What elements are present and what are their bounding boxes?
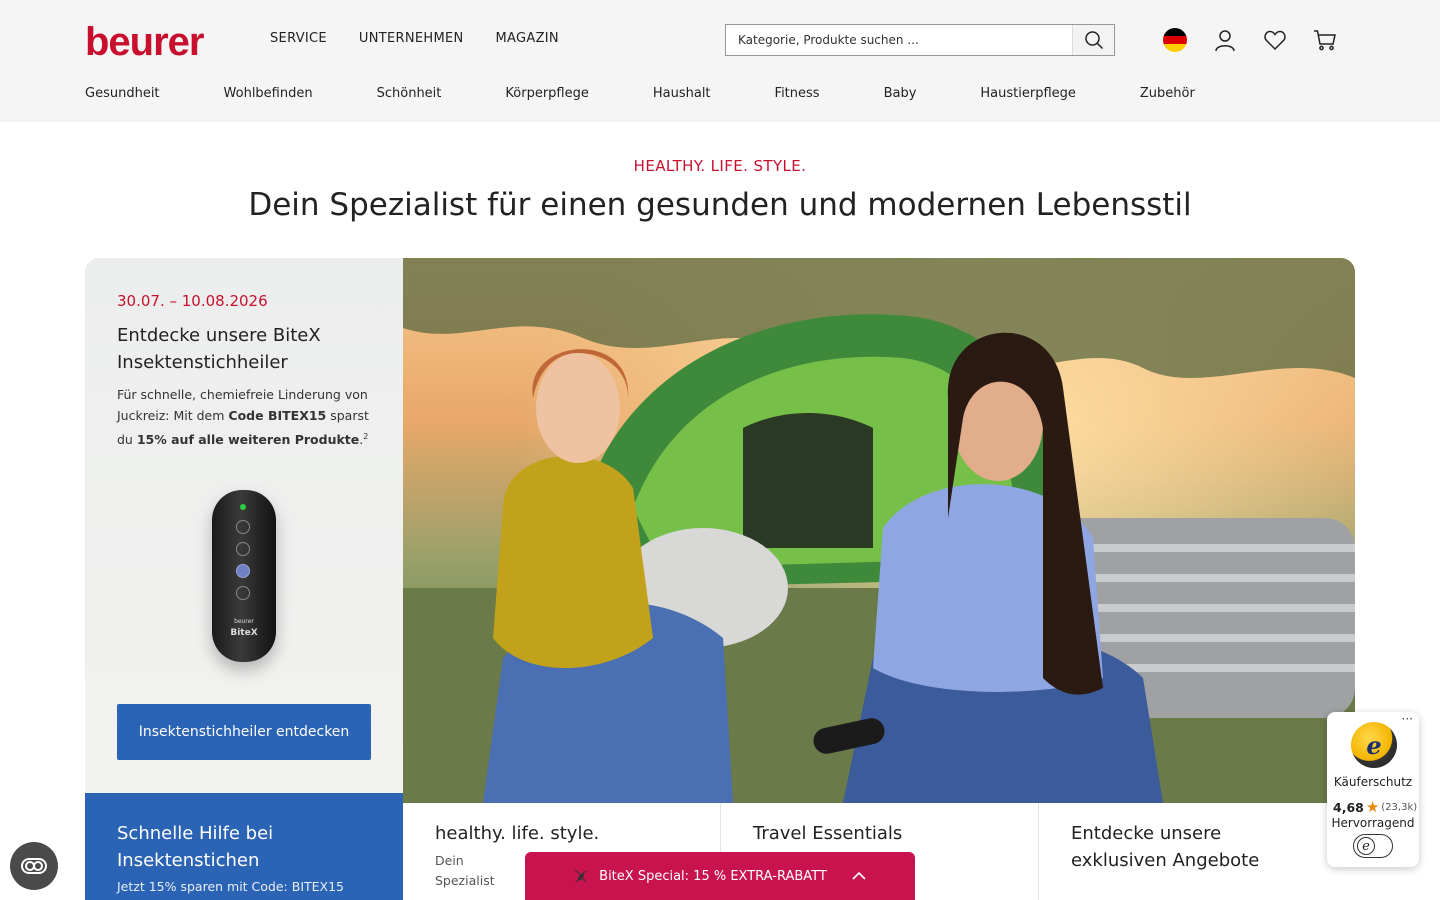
accessibility-icon [21,858,47,874]
search-bar [725,24,1115,56]
nav-magazin[interactable]: MAGAZIN [496,31,559,46]
search-button[interactable] [1072,25,1114,55]
discover-bitex-button[interactable]: Insektenstichheiler entdecken [117,704,371,760]
rating-count: (23,3k) [1381,801,1418,813]
promo-bar-label: BiteX Special: 15 % EXTRA-RABATT [599,868,827,884]
search-input[interactable] [726,25,1072,55]
promo-date: 30.07. – 10.08.2026 [117,292,268,310]
category-haushalt[interactable]: Haushalt [653,86,711,101]
tile-insect-help-title: Schnelle Hilfe bei Insektenstichen [117,823,274,871]
promo-bar[interactable]: BiteX Special: 15 % EXTRA-RABATT [525,852,915,900]
tile-exclusive-offers[interactable]: Entdecke unsere exklusiven Angebote [1038,803,1355,900]
tile-insect-help[interactable]: Schnelle Hilfe bei Insektenstichen Jetzt… [85,793,403,900]
category-wohlbefinden[interactable]: Wohlbefinden [224,86,313,101]
promo-panel: 30.07. – 10.08.2026 Entdecke unsere Bite… [85,258,403,793]
category-gesundheit[interactable]: Gesundheit [85,86,160,101]
header-icons [1162,27,1338,53]
category-haustierpflege[interactable]: Haustierpflege [980,86,1076,101]
accessibility-button[interactable] [10,842,58,890]
trusted-shops-seal-icon: e [1351,722,1397,768]
bitex-device-image: beurer BiteX [212,490,276,662]
hero-photo[interactable] [403,258,1355,803]
chevron-up-icon[interactable] [851,871,867,881]
mosquito-icon [574,869,587,883]
category-zubehoer[interactable]: Zubehör [1140,86,1195,101]
top-nav: SERVICE UNTERNEHMEN MAGAZIN [270,31,559,46]
promo-code: Code BITEX15 [228,408,327,423]
promo-text: Für schnelle, chemiefreie Linderung von … [117,387,369,448]
rating: 4,68 ★ (23,3k) [1333,798,1417,816]
trusted-shops-toggle[interactable]: e [1353,834,1393,858]
flag-de-icon [1163,28,1187,52]
wishlist-button[interactable] [1262,27,1288,53]
trusted-shops-e-icon: e [1357,837,1375,855]
rating-value: 4,68 [1333,799,1364,815]
tile-travel-title: Travel Essentials [753,823,903,844]
account-button[interactable] [1212,27,1238,53]
category-fitness[interactable]: Fitness [775,86,820,101]
rating-verdict: Hervorragend [1331,816,1415,830]
star-icon: ★ [1365,798,1380,816]
beurer-logo[interactable]: beurer [85,22,204,62]
category-nav: Gesundheit Wohlbefinden Schönheit Körper… [85,86,1195,101]
nav-service[interactable]: SERVICE [270,31,327,46]
heart-icon [1264,30,1286,51]
cart-button[interactable] [1312,27,1338,53]
tile-healthy-title: healthy. life. style. [435,823,600,844]
category-baby[interactable]: Baby [884,86,917,101]
nav-unternehmen[interactable]: UNTERNEHMEN [359,31,464,46]
hero-headline: Dein Spezialist für einen gesunden und m… [248,187,1192,223]
user-icon [1215,30,1235,52]
site-header: beurer SERVICE UNTERNEHMEN MAGAZIN Gesun… [0,0,1440,122]
hero-kicker: HEALTHY. LIFE. STYLE. [633,157,807,175]
trusted-shops-badge[interactable]: ··· e Käuferschutz 4,68 ★ (23,3k) Hervor… [1327,712,1419,867]
tile-offers-title: Entdecke unsere exklusiven Angebote [1071,823,1260,871]
cart-icon [1314,30,1336,51]
more-options-icon[interactable]: ··· [1402,712,1413,726]
promo-title: Entdecke unsere BiteX Insektenstichheile… [117,325,321,373]
hero-photo-illustration [403,258,1355,803]
buyer-protection-label: Käuferschutz [1333,775,1413,789]
tile-insect-help-subtitle: Jetzt 15% sparen mit Code: BITEX15 [117,879,345,894]
hero-card: 30.07. – 10.08.2026 Entdecke unsere Bite… [85,258,1355,900]
language-selector[interactable] [1162,27,1188,53]
promo-discount: 15% auf alle weiteren Produkte [136,432,360,448]
category-schoenheit[interactable]: Schönheit [377,86,442,101]
tile-healthy-subtitle: Dein Spezialist Wohlbefinden [435,853,495,888]
search-icon [1084,31,1103,50]
category-koerperpflege[interactable]: Körperpflege [505,86,588,101]
